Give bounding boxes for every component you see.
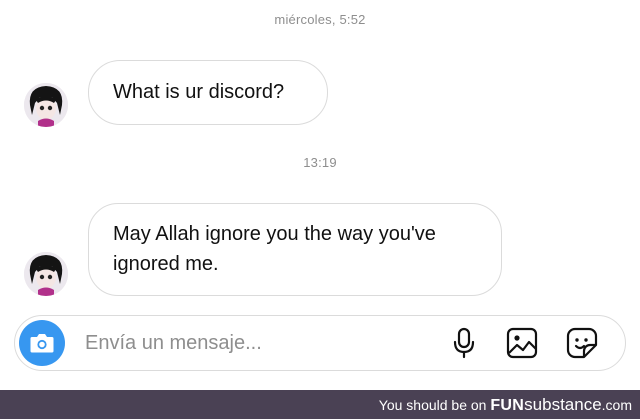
message-bubble-received[interactable]: What is ur discord? [88, 60, 328, 125]
voice-message-button[interactable] [447, 326, 481, 360]
message-thread: miércoles, 5:52 What is ur discord? 13:1… [0, 0, 640, 390]
timestamp-header: miércoles, 5:52 [274, 12, 366, 27]
message-input[interactable] [85, 324, 435, 362]
message-text: What is ur discord? [113, 81, 285, 103]
watermark-prefix: You should be on [378, 397, 491, 413]
microphone-icon [453, 327, 475, 359]
watermark-brand-rest: substance [524, 395, 602, 414]
timestamp-divider: 13:19 [303, 155, 337, 170]
message-text: May Allah ignore you the way you've igno… [113, 223, 436, 275]
avatar-image [24, 252, 68, 296]
watermark-suffix: .com [601, 397, 632, 413]
watermark-brand-bold: FUN [490, 397, 525, 414]
gallery-button[interactable] [505, 326, 539, 360]
watermark-bar: You should be on FUNsubstance.com [0, 390, 640, 419]
sticker-icon [566, 327, 598, 359]
image-gallery-icon [506, 327, 538, 359]
camera-button[interactable] [19, 320, 65, 366]
avatar[interactable] [24, 83, 68, 127]
message-composer [14, 315, 626, 371]
message-bubble-received[interactable]: May Allah ignore you the way you've igno… [88, 203, 502, 296]
avatar[interactable] [24, 252, 68, 296]
sticker-button[interactable] [565, 326, 599, 360]
camera-icon [30, 334, 54, 353]
avatar-image [24, 83, 68, 127]
